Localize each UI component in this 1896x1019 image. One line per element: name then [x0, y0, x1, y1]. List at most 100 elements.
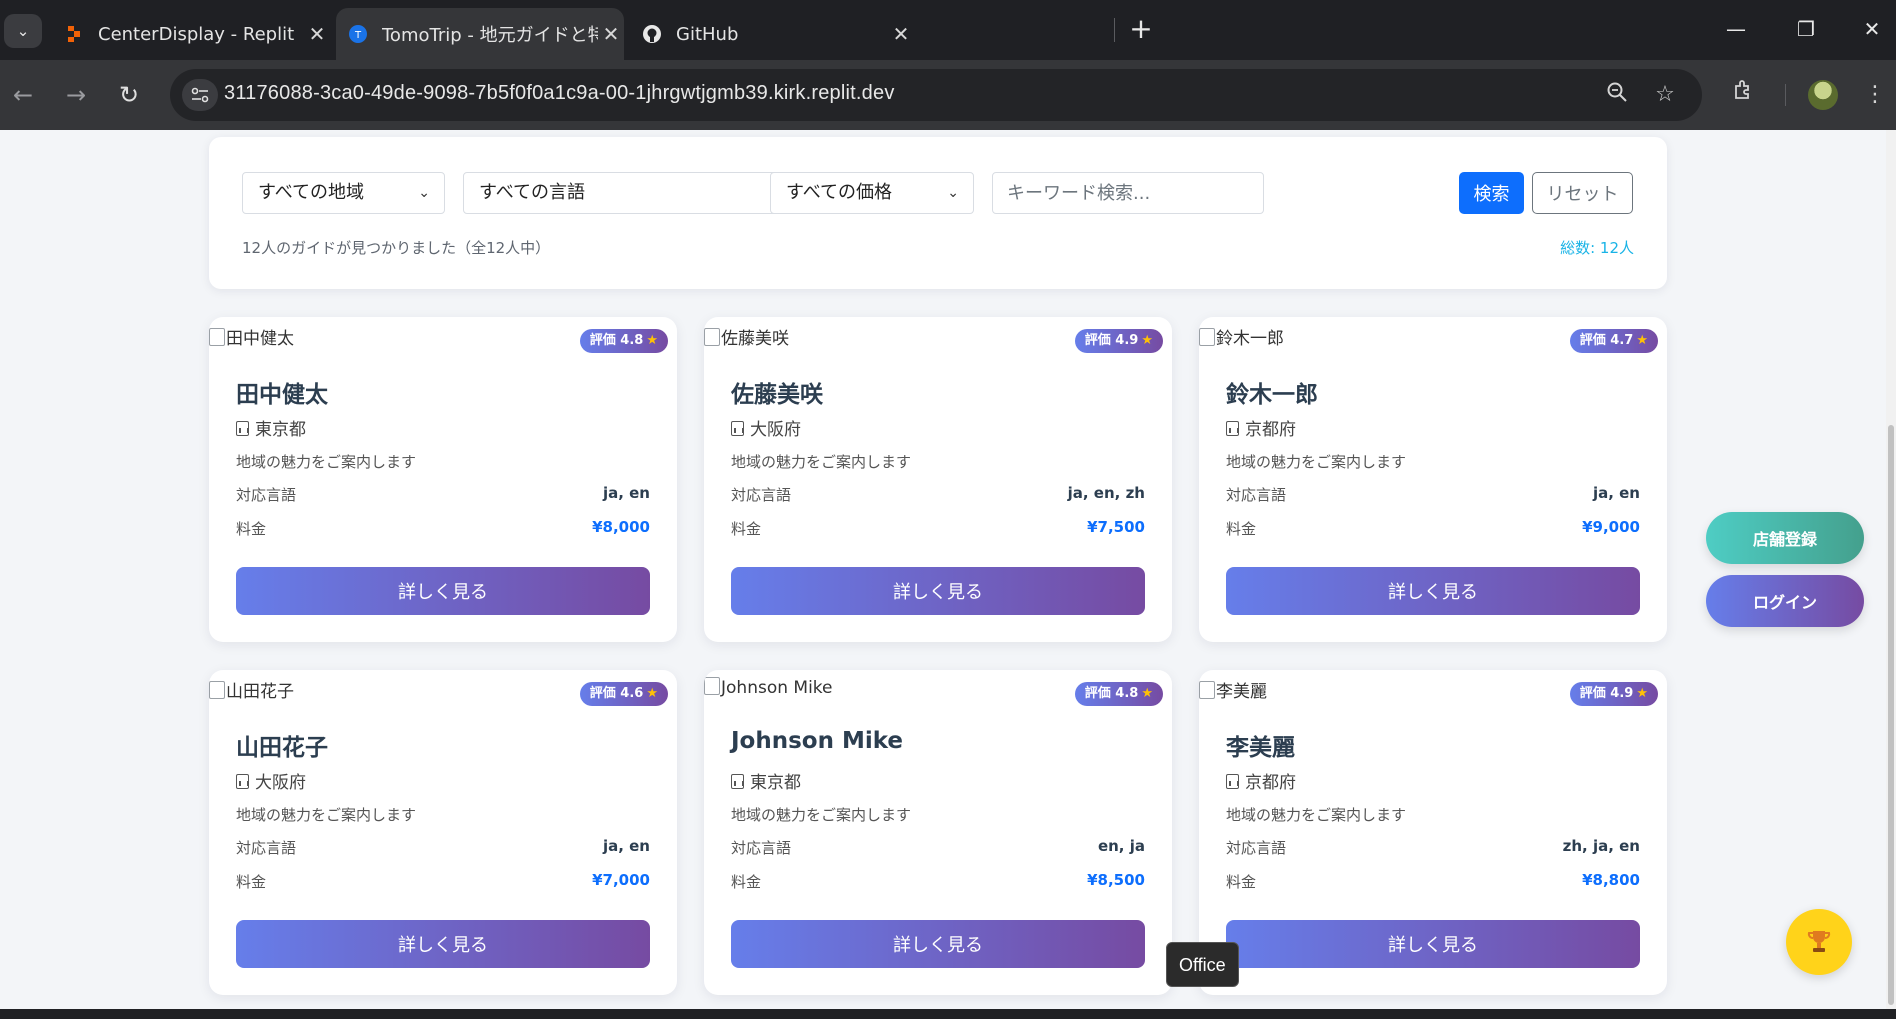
replit-favicon-icon — [64, 24, 84, 44]
address-bar[interactable]: 31176088-3ca0-49de-9098-7b5f0f0a1c9a-00-… — [170, 69, 1702, 121]
languages-value: en, ja — [1097, 837, 1145, 855]
star-icon: ★ — [646, 333, 658, 348]
rating-badge: 評価 4.8 ★ — [1074, 682, 1163, 706]
guide-description: 地域の魅力をご案内します — [731, 453, 912, 471]
chevron-down-icon: ⌄ — [418, 185, 430, 201]
keyword-search-input[interactable] — [992, 172, 1264, 214]
price-row: 料金 ¥7,500 — [731, 518, 1145, 539]
guide-card: 佐藤美咲 評価 4.9 ★ 佐藤美咲 大阪府 地域の魅力をご案内します 対応言語 j… — [704, 317, 1172, 642]
price-value: ¥8,800 — [1582, 871, 1640, 889]
languages-value: ja, en — [602, 837, 650, 855]
plus-icon[interactable]: + — [1126, 12, 1156, 46]
page-scrollbar[interactable] — [1886, 130, 1896, 1015]
guide-photo: 佐藤美咲 — [704, 324, 789, 349]
close-icon[interactable]: ✕ — [598, 22, 624, 46]
rating-badge: 評価 4.8 ★ — [579, 329, 668, 353]
search-button[interactable]: 検索 — [1459, 172, 1524, 214]
site-settings-icon[interactable] — [182, 79, 218, 111]
close-icon[interactable]: ✕ — [304, 22, 330, 46]
trophy-icon[interactable] — [1786, 909, 1852, 975]
star-bookmark-icon[interactable]: ☆ — [1650, 81, 1680, 111]
location-icon — [1226, 774, 1239, 789]
filter-panel: すべての地域 ⌄ すべての言語 ⌄ すべての価格 ⌄ 検索 リセット 12人のガ… — [209, 137, 1667, 289]
page-content: すべての地域 ⌄ すべての言語 ⌄ すべての価格 ⌄ 検索 リセット 12人のガ… — [0, 130, 1886, 1015]
guide-description: 地域の魅力をご案内します — [236, 806, 417, 824]
star-icon: ★ — [1141, 333, 1153, 348]
languages-value: zh, ja, en — [1562, 837, 1640, 855]
restore-window-button[interactable]: ❐ — [1786, 12, 1826, 46]
languages-row: 対応言語 ja, en — [236, 484, 650, 505]
location-text: 京都府 — [1245, 773, 1296, 793]
close-icon[interactable]: ✕ — [888, 22, 914, 46]
rating-badge: 評価 4.9 ★ — [1074, 329, 1163, 353]
view-details-button[interactable]: 詳しく見る — [731, 567, 1145, 615]
browser-toolbar: ← → ↻ 31176088-3ca0-49de-9098-7b5f0f0a1c… — [0, 60, 1896, 130]
location-text: 大阪府 — [255, 773, 306, 793]
rating-badge: 評価 4.9 ★ — [1569, 682, 1658, 706]
extensions-icon[interactable] — [1726, 78, 1760, 112]
view-details-button[interactable]: 詳しく見る — [731, 920, 1145, 968]
guide-name: 佐藤美咲 — [731, 382, 823, 408]
languages-row: 対応言語 ja, en, zh — [731, 484, 1145, 505]
rating-badge: 評価 4.7 ★ — [1569, 329, 1658, 353]
location-icon — [236, 774, 249, 789]
reload-icon[interactable]: ↻ — [110, 76, 148, 114]
price-label: 料金 — [1226, 520, 1257, 538]
rating-text: 評価 4.9 — [1579, 686, 1634, 701]
tab-search-button[interactable]: ⌄ — [4, 14, 42, 48]
back-arrow-icon[interactable]: ← — [4, 76, 42, 114]
guide-card: 鈴木一郎 評価 4.7 ★ 鈴木一郎 京都府 地域の魅力をご案内します 対応言語 j… — [1199, 317, 1667, 642]
view-details-button[interactable]: 詳しく見る — [236, 920, 650, 968]
shop-register-button[interactable]: 店舗登録 — [1706, 512, 1864, 564]
guide-photo: 李美麗 — [1199, 677, 1267, 702]
guide-name: Johnson Mike — [731, 728, 904, 754]
price-select[interactable]: すべての価格 ⌄ — [770, 172, 974, 214]
tab-title: TomoTrip - 地元ガイドと特別な旅 — [382, 25, 598, 46]
region-select[interactable]: すべての地域 ⌄ — [242, 172, 445, 214]
tab-tomotrip[interactable]: T TomoTrip - 地元ガイドと特別な旅 ✕ — [336, 8, 624, 60]
minimize-window-button[interactable]: — — [1716, 12, 1756, 46]
languages-row: 対応言語 ja, en — [236, 837, 650, 858]
kebab-menu-icon[interactable]: ⋮ — [1858, 78, 1892, 112]
languages-value: ja, en — [1592, 484, 1640, 502]
price-row: 料金 ¥8,500 — [731, 871, 1145, 892]
scrollbar-thumb[interactable] — [1888, 425, 1894, 1005]
star-icon: ★ — [646, 686, 658, 701]
url-text[interactable]: 31176088-3ca0-49de-9098-7b5f0f0a1c9a-00-… — [224, 82, 895, 105]
tab-centerdisplay[interactable]: CenterDisplay - Replit ✕ — [52, 8, 330, 60]
profile-avatar[interactable] — [1808, 80, 1838, 110]
reset-button[interactable]: リセット — [1532, 172, 1633, 214]
close-window-button[interactable]: ✕ — [1852, 12, 1892, 46]
login-button[interactable]: ログイン — [1706, 575, 1864, 627]
guide-photo: Johnson Mike — [704, 677, 833, 698]
price-row: 料金 ¥7,000 — [236, 871, 650, 892]
languages-value: ja, en, zh — [1067, 484, 1145, 502]
tab-github[interactable]: GitHub ✕ — [630, 8, 914, 60]
view-details-button[interactable]: 詳しく見る — [1226, 920, 1640, 968]
language-select[interactable]: すべての言語 ⌄ — [463, 172, 803, 214]
guide-card: 山田花子 評価 4.6 ★ 山田花子 大阪府 地域の魅力をご案内します 対応言語 j… — [209, 670, 677, 995]
price-label: 料金 — [1226, 873, 1257, 891]
location-text: 東京都 — [750, 773, 801, 793]
view-details-button[interactable]: 詳しく見る — [236, 567, 650, 615]
tab-title: GitHub — [676, 23, 739, 45]
forward-arrow-icon[interactable]: → — [57, 76, 95, 114]
guide-name: 鈴木一郎 — [1226, 382, 1318, 408]
tab-separator — [1114, 18, 1115, 42]
tomotrip-favicon-icon: T — [348, 24, 368, 44]
zoom-icon[interactable] — [1602, 81, 1632, 111]
location-text: 東京都 — [255, 420, 306, 440]
guide-location: 大阪府 — [731, 415, 801, 440]
guide-name: 田中健太 — [236, 382, 328, 408]
languages-row: 対応言語 en, ja — [731, 837, 1145, 858]
location-text: 京都府 — [1245, 420, 1296, 440]
price-value: ¥8,000 — [592, 518, 650, 536]
price-label: 料金 — [731, 520, 762, 538]
github-favicon-icon — [642, 24, 662, 44]
total-count-text: 総数: 12人 — [1560, 239, 1634, 257]
languages-label: 対応言語 — [1226, 486, 1287, 504]
star-icon: ★ — [1636, 333, 1648, 348]
rating-text: 評価 4.7 — [1579, 333, 1634, 348]
view-details-button[interactable]: 詳しく見る — [1226, 567, 1640, 615]
price-label: 料金 — [236, 520, 267, 538]
